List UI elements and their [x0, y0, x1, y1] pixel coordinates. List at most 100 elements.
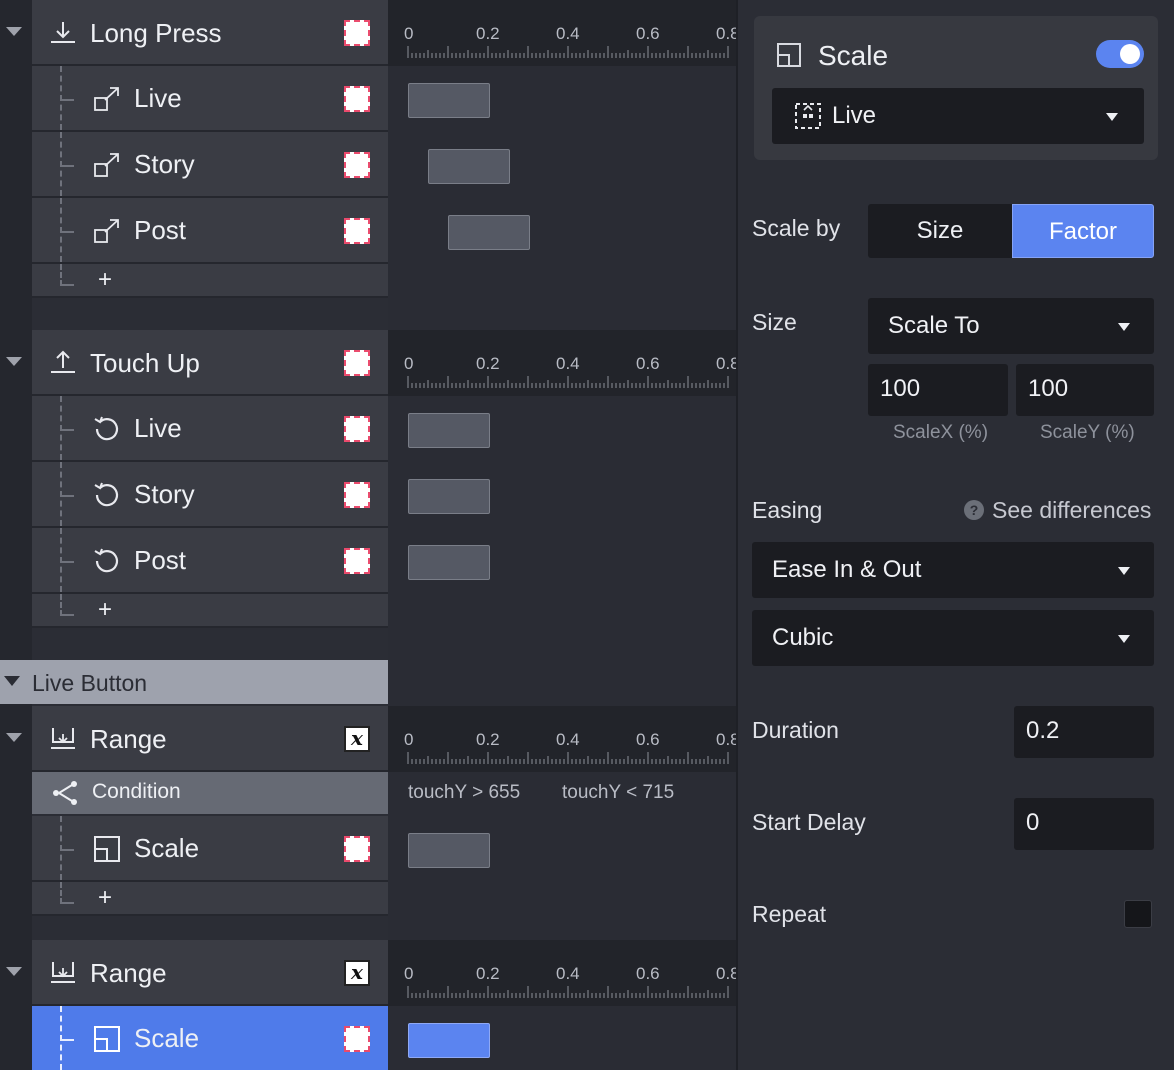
animation-bar[interactable] [448, 215, 530, 250]
condition-expression[interactable]: touchY < 715 [562, 782, 674, 804]
add-response-button[interactable]: + [98, 884, 112, 912]
timeline-ruler[interactable]: 0 0.2 0.4 0.6 0.8 [388, 940, 736, 1006]
response-label: Story [134, 149, 195, 179]
ruler-tick-label: 0 [404, 730, 414, 749]
animation-bar-selected[interactable] [408, 1023, 490, 1058]
timeline-ruler[interactable]: 0 0.2 0.4 0.6 0.8 [388, 0, 736, 66]
size-mode-select[interactable]: Scale To [868, 298, 1154, 354]
ruler-tick-label: 0.2 [476, 730, 500, 749]
repeat-label: Repeat [752, 901, 827, 927]
collapse-long-press-caret[interactable] [6, 27, 22, 36]
easing-type-select[interactable]: Ease In & Out [752, 542, 1154, 598]
ruler-tick-label: 0 [404, 964, 414, 983]
animation-bar[interactable] [408, 833, 490, 868]
help-icon[interactable]: ? [964, 500, 984, 520]
enable-checkbox[interactable] [344, 836, 370, 862]
variable-toggle[interactable]: x [344, 960, 370, 986]
tree-line [60, 528, 74, 592]
long-press-icon [51, 22, 75, 43]
response-story[interactable]: Story [32, 132, 388, 198]
animation-bar[interactable] [408, 545, 490, 580]
condition-label: Condition [92, 780, 181, 803]
enable-checkbox[interactable] [344, 152, 370, 178]
ruler-tick-label: 0.4 [556, 24, 580, 43]
response-live[interactable]: Live [32, 396, 388, 462]
trigger-long-press[interactable]: Long Press [32, 0, 388, 66]
enable-checkbox[interactable] [344, 548, 370, 574]
tree-tick [62, 849, 74, 851]
scale-by-size-button[interactable]: Size [868, 204, 1012, 258]
easing-label: Easing [752, 497, 823, 523]
ruler-tick-label: 0.2 [476, 354, 500, 373]
response-label: Story [134, 479, 195, 509]
ruler-tick-marks [407, 376, 729, 388]
collapse-touch-up-caret[interactable] [6, 357, 22, 366]
scale-y-caption: ScaleY (%) [1040, 422, 1135, 443]
add-response-row[interactable]: + [32, 882, 388, 916]
scale-x-caption: ScaleX (%) [893, 422, 989, 443]
layer-target-icon [795, 103, 821, 129]
tree-line [60, 264, 74, 286]
enable-checkbox[interactable] [344, 416, 370, 442]
timeline-ruler[interactable]: 0 0.2 0.4 0.6 0.8 [388, 706, 736, 772]
ruler-tick-label: 0.2 [476, 964, 500, 983]
response-post[interactable]: Post [32, 198, 388, 264]
tree-line [60, 132, 74, 196]
animation-bar[interactable] [428, 149, 510, 184]
easing-curve-select[interactable]: Cubic [752, 610, 1154, 666]
condition-expression[interactable]: touchY > 655 [408, 782, 520, 804]
enable-checkbox[interactable] [344, 1026, 370, 1052]
ruler-tick-label: 0.4 [556, 964, 580, 983]
enable-checkbox[interactable] [344, 86, 370, 112]
response-scale[interactable]: Scale [32, 816, 388, 882]
response-scale-selected[interactable]: Scale [32, 1006, 388, 1070]
repeat-checkbox[interactable] [1124, 900, 1152, 928]
ruler-tick-label: 0.2 [476, 24, 500, 43]
add-response-row[interactable]: + [32, 264, 388, 298]
scale-y-input[interactable]: 100 [1016, 364, 1154, 416]
timeline-ruler[interactable]: 0 0.2 0.4 0.6 0.8 [388, 330, 736, 396]
tree-line [60, 462, 74, 526]
enable-checkbox[interactable] [344, 20, 370, 46]
animation-bar[interactable] [408, 479, 490, 514]
chevron-down-icon [1106, 113, 1118, 121]
scale-x-input[interactable]: 100 [868, 364, 1008, 416]
trigger-range[interactable]: Range x [32, 706, 388, 772]
response-post[interactable]: Post [32, 528, 388, 594]
enable-checkbox[interactable] [344, 350, 370, 376]
start-delay-label: Start Delay [752, 809, 866, 835]
response-label: Post [134, 545, 187, 575]
ruler-tick-label: 0.8 [716, 354, 736, 373]
trigger-range[interactable]: Range x [32, 940, 388, 1006]
enable-checkbox[interactable] [344, 482, 370, 508]
add-response-row[interactable]: + [32, 594, 388, 628]
response-story[interactable]: Story [32, 462, 388, 528]
layer-section-header[interactable]: Live Button [0, 660, 388, 704]
condition-row[interactable]: Condition [32, 772, 388, 814]
collapse-range-caret[interactable] [6, 733, 22, 742]
trigger-touch-up[interactable]: Touch Up [32, 330, 388, 396]
variable-toggle[interactable]: x [344, 726, 370, 752]
response-enabled-toggle[interactable] [1096, 40, 1144, 68]
ruler-tick-label: 0.8 [716, 964, 736, 983]
start-delay-input[interactable]: 0 [1014, 798, 1154, 850]
see-differences-link[interactable]: See differences [992, 497, 1151, 524]
scale-by-label: Scale by [752, 215, 841, 241]
duration-label: Duration [752, 717, 839, 743]
response-live[interactable]: Live [32, 66, 388, 132]
animation-bar[interactable] [408, 413, 490, 448]
animation-bar[interactable] [408, 83, 490, 118]
panel-title: Scale [818, 40, 889, 71]
collapse-range-caret[interactable] [6, 967, 22, 976]
duration-input[interactable]: 0.2 [1014, 706, 1154, 758]
size-mode-value: Scale To [888, 312, 980, 339]
add-response-button[interactable]: + [98, 266, 112, 294]
scale-by-factor-button[interactable]: Factor [1012, 204, 1154, 258]
target-layer-select[interactable]: Live [772, 88, 1144, 144]
add-response-button[interactable]: + [98, 596, 112, 624]
enable-checkbox[interactable] [344, 218, 370, 244]
ruler-tick-label: 0 [404, 354, 414, 373]
duration-value: 0.2 [1026, 717, 1060, 744]
collapse-section-caret[interactable] [4, 676, 20, 686]
trigger-label: Touch Up [90, 348, 200, 378]
